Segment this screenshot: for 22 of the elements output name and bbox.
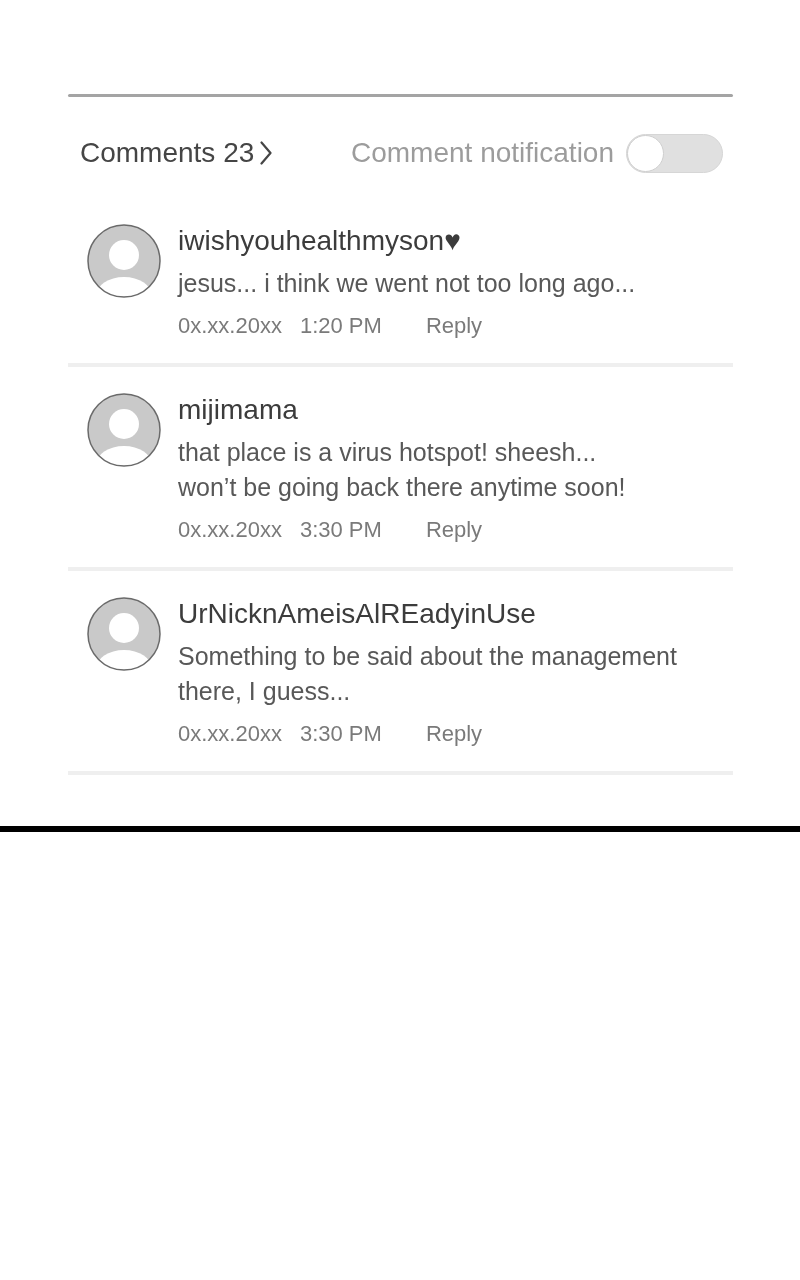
comment-date: 0x.xx.20xx [178,313,282,339]
comment-username: UrNicknAmeisAlREadyinUse [178,597,537,631]
reply-button[interactable]: Reply [425,313,483,339]
chevron-right-icon [260,141,273,165]
avatar-icon [87,393,161,467]
reply-button[interactable]: Reply [425,517,483,543]
comment-date: 0x.xx.20xx [178,517,282,543]
comment-username: mijimama [178,393,299,427]
comment-time: 1:20 PM [299,313,382,339]
comment-username: iwishyouhealthmyson♥ [178,224,462,258]
comment-date: 0x.xx.20xx [178,721,282,747]
notification-toggle[interactable] [626,133,723,173]
avatar-icon [87,224,161,298]
reply-button[interactable]: Reply [425,721,483,747]
avatar-icon [87,597,161,671]
comments-link[interactable]: Comments 23 [80,137,273,169]
comment-text: Something to be said about the management there, I guess... [178,641,678,707]
comment-text: jesus... i think we went not too long ago... [178,268,636,299]
comment-time: 3:30 PM [299,721,382,747]
notification-label: Comment notification [351,137,614,169]
comment-time: 3:30 PM [299,517,382,543]
comment-text: that place is a virus hotspot! sheesh... won’t be going back there anytime soon! [178,437,626,503]
